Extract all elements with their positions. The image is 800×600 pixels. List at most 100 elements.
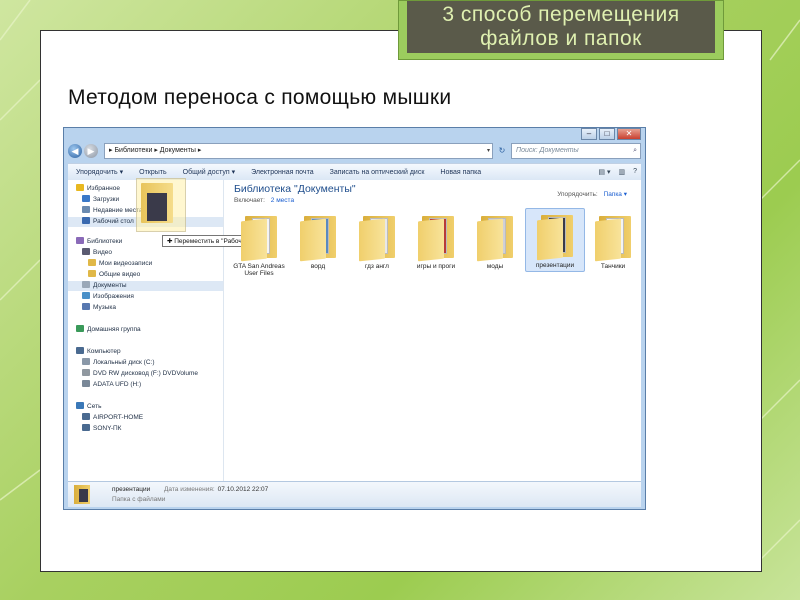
nav-item[interactable]: Музыка (68, 303, 223, 313)
nav-item[interactable]: SONY-ПК (68, 424, 223, 434)
maximize-button[interactable]: □ (599, 128, 615, 140)
folder-item[interactable]: GTA San Andreas User Files (230, 210, 288, 277)
folder-icon (357, 212, 397, 262)
nav-item-label: ADATA UFD (H:) (93, 381, 142, 388)
folder-icon (535, 211, 575, 261)
details-type: Папка с файлами (112, 496, 166, 503)
close-button[interactable]: ✕ (617, 128, 641, 140)
organize-button[interactable]: Упорядочить ▾ (68, 168, 131, 176)
folder-label: моды (486, 263, 504, 270)
details-modified: Дата изменения: 07.10.2012 22:07 (164, 486, 268, 493)
nav-item[interactable]: Мои видеозаписи (68, 259, 223, 269)
folder-label: Танчики (600, 263, 626, 270)
music-icon (82, 303, 90, 310)
slide-title-line-1: 3 способ перемещения (442, 3, 680, 26)
computer-icon (76, 347, 84, 354)
nav-item-label: SONY-ПК (93, 425, 122, 432)
nav-item-label: Избранное (87, 185, 120, 192)
folder-item[interactable]: Танчики (584, 210, 642, 270)
arrange-dropdown[interactable]: Папка ▾ (604, 191, 627, 198)
folder-label: GTA San Andreas User Files (233, 263, 285, 277)
details-pane: презентации Папка с файлами Дата изменен… (68, 481, 641, 507)
nav-item[interactable]: DVD RW дисковод (F:) DVDVolume (68, 369, 223, 379)
details-name: презентации (112, 486, 151, 493)
nav-item-label: Домашняя группа (87, 326, 141, 333)
search-icon[interactable]: ⌕ (633, 144, 637, 158)
nav-item[interactable]: Документы (68, 281, 223, 291)
minimize-button[interactable]: – (581, 128, 597, 140)
nav-item-label: Изображения (93, 293, 134, 300)
pc-icon (82, 413, 90, 420)
nav-item-label: Сеть (87, 403, 102, 410)
library-header: Библиотека "Документы" Включает: 2 места (234, 183, 356, 204)
share-button[interactable]: Общий доступ ▾ (175, 168, 244, 176)
chevron-down-icon[interactable]: ▾ (487, 144, 490, 158)
window-controls: – □ ✕ (579, 128, 641, 140)
nav-item-label: Видео (93, 249, 112, 256)
burn-button[interactable]: Записать на оптический диск (322, 169, 433, 176)
view-controls: ▤ ▾ ▥ ? (594, 168, 641, 176)
modified-value: 07.10.2012 22:07 (217, 486, 269, 493)
downloads-icon (82, 195, 90, 202)
nav-item[interactable]: Сеть (68, 402, 223, 412)
nav-item[interactable]: Домашняя группа (68, 325, 223, 335)
slide-subtitle: Методом переноса с помощью мышки (68, 86, 452, 109)
folder-label: гдз англ (365, 263, 389, 270)
search-input[interactable]: Поиск: Документы ⌕ (511, 143, 641, 159)
nav-item[interactable]: Компьютер (68, 347, 223, 357)
nav-item[interactable]: Видео (68, 248, 223, 258)
folder-icon (298, 212, 338, 262)
search-placeholder: Поиск: Документы (516, 147, 579, 154)
nav-item[interactable]: Изображения (68, 292, 223, 302)
email-button[interactable]: Электронная почта (243, 169, 321, 176)
nav-item-label: Загрузки (93, 196, 120, 203)
folder-icon (416, 212, 456, 262)
folder-item[interactable]: игры и проги (407, 210, 465, 270)
folder-icon (88, 270, 96, 277)
drive-icon (82, 358, 90, 365)
slide-title-line-2: файлов и папок (480, 27, 642, 50)
folder-item[interactable]: гдз англ (348, 210, 406, 270)
folder-item[interactable]: ворд (289, 210, 347, 270)
view-options-button[interactable]: ▤ ▾ (594, 168, 614, 176)
recent-icon (82, 206, 90, 213)
modified-label: Дата изменения: (164, 486, 215, 493)
preview-pane-button[interactable]: ▥ (614, 168, 629, 176)
address-row: ◀ ▶ ▸ Библиотеки ▸ Документы ▸ ▾ ↻ Поиск… (68, 142, 641, 160)
explorer-window: – □ ✕ ◀ ▶ ▸ Библиотеки ▸ Документы ▸ ▾ ↻… (63, 127, 646, 510)
help-button[interactable]: ? (629, 168, 641, 176)
video-icon (82, 248, 90, 255)
nav-item-label: Музыка (93, 304, 116, 311)
nav-item[interactable]: Локальный диск (C:) (68, 358, 223, 368)
folder-label: игры и проги (416, 263, 456, 270)
nav-item[interactable]: AIRPORT-HOME (68, 413, 223, 423)
folder-icon (239, 212, 279, 262)
nav-item-label: Общие видео (99, 271, 141, 278)
pc-icon (82, 424, 90, 431)
arrange-by: Упорядочить: Папка ▾ (557, 190, 627, 198)
breadcrumb: ▸ Библиотеки ▸ Документы ▸ (109, 147, 202, 154)
slide-title: 3 способ перемещения файлов и папок (407, 1, 715, 53)
folder-item[interactable]: презентации (525, 208, 585, 272)
homegroup-icon (76, 325, 84, 332)
usb-icon (82, 380, 90, 387)
nav-item[interactable]: ADATA UFD (H:) (68, 380, 223, 390)
open-button[interactable]: Открыть (131, 169, 175, 176)
folder-label: ворд (310, 263, 326, 270)
folder-icon (475, 212, 515, 262)
new-folder-button[interactable]: Новая папка (432, 169, 489, 176)
folder-item[interactable]: моды (466, 210, 524, 270)
nav-item[interactable]: Общие видео (68, 270, 223, 280)
drag-ghost (136, 178, 186, 232)
slide-title-box: 3 способ перемещения файлов и папок (398, 0, 724, 60)
library-includes: Включает: 2 места (234, 197, 356, 204)
forward-button[interactable]: ▶ (84, 144, 98, 158)
refresh-icon[interactable]: ↻ (495, 144, 509, 158)
navigation-pane: SONY-ПК AIRPORT-HOME Сеть ADATA UFD (H:) DVD… (68, 178, 272, 481)
folder-icon (88, 259, 96, 266)
dragged-folder-thumbnail (147, 193, 167, 221)
address-bar[interactable]: ▸ Библиотеки ▸ Документы ▸ ▾ (104, 143, 493, 159)
includes-link[interactable]: 2 места (271, 197, 294, 204)
back-button[interactable]: ◀ (68, 144, 82, 158)
folder-icon (593, 212, 633, 262)
